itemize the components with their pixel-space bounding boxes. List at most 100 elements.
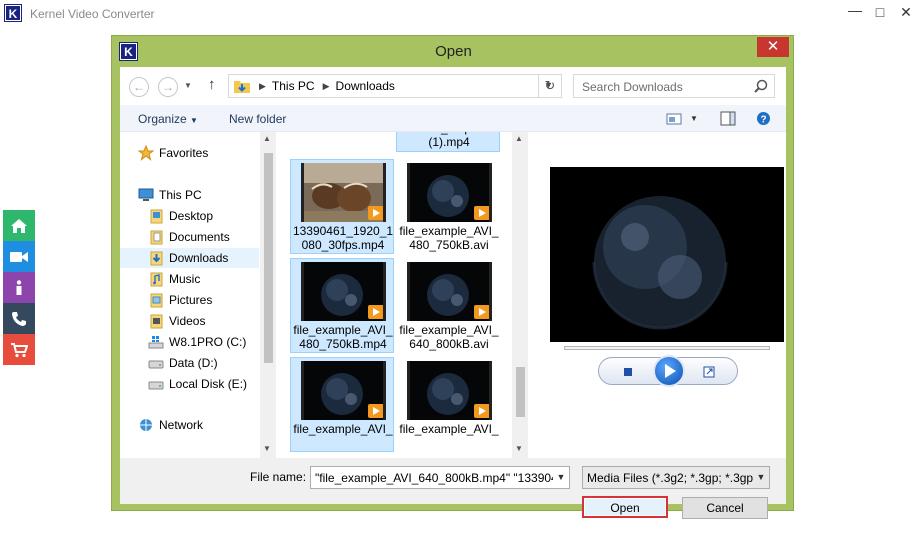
tree-pictures[interactable]: Pictures: [148, 290, 212, 310]
back-arrow-icon[interactable]: ←: [129, 77, 149, 97]
file-type-select[interactable]: Media Files (*.3g2; *.3gp; *.3gp2 ▼: [582, 466, 770, 489]
file-label-line1: file_example_AVI_: [293, 323, 393, 337]
dialog-title: Open: [435, 43, 472, 60]
star-icon: [138, 145, 154, 161]
tree-label: Documents: [169, 230, 230, 244]
file-tile[interactable]: file_example_AVI_: [396, 357, 500, 452]
file-name-label: File name:: [250, 470, 307, 484]
svg-text:?: ?: [760, 115, 766, 126]
video-play-badge-icon: [474, 305, 489, 319]
tree-label: Desktop: [169, 209, 214, 223]
drive-icon: [148, 381, 164, 390]
folder-icon: [150, 230, 163, 245]
file-tile[interactable]: file_example_AVI_ 640_800kB.avi: [396, 258, 500, 353]
seek-bar[interactable]: [564, 346, 770, 350]
refresh-button[interactable]: ↻: [538, 74, 562, 98]
play-button[interactable]: [653, 355, 685, 387]
file-type-dropdown-icon[interactable]: ▼: [753, 467, 769, 488]
app-close-button[interactable]: ✕: [896, 4, 916, 21]
file-label-line1: 13390461_1920_1: [292, 224, 394, 238]
file-tile[interactable]: file_example_AVI_: [290, 357, 394, 452]
organize-label: Organize: [138, 112, 187, 126]
player-controls: [598, 355, 738, 387]
tree-network[interactable]: Network: [138, 415, 203, 435]
tree-favorites[interactable]: Favorites: [138, 143, 208, 163]
tree-music[interactable]: Music: [148, 269, 200, 289]
file-label-line2: 080_30fps.mp4: [301, 238, 385, 252]
search-input[interactable]: Search Downloads: [573, 74, 775, 98]
file-label: file_example_AVI_: [291, 422, 395, 436]
forward-arrow-icon[interactable]: →: [158, 77, 178, 97]
tree-label: Pictures: [169, 293, 213, 307]
new-folder-button[interactable]: New folder: [229, 112, 286, 126]
scroll-up-icon[interactable]: ▲: [515, 134, 523, 143]
side-phone-button[interactable]: [3, 303, 35, 334]
dialog-body: ← → ▼ ↑ ▶ This PC ▶ Downloads ▼ ↻ Search…: [120, 67, 786, 519]
video-play-badge-icon: [368, 206, 383, 220]
search-icon: [754, 79, 768, 93]
tree-documents[interactable]: Documents: [148, 227, 230, 247]
videos-folder-icon: [150, 314, 163, 329]
tree-drive-d[interactable]: Data (D:): [148, 353, 218, 373]
open-external-icon[interactable]: [703, 366, 715, 378]
cancel-button[interactable]: Cancel: [682, 497, 768, 519]
nav-scroll-thumb[interactable]: [264, 153, 273, 363]
tree-drive-e[interactable]: Local Disk (E:): [148, 374, 247, 394]
video-preview: [550, 167, 784, 342]
tree-downloads[interactable]: Downloads: [120, 248, 259, 268]
file-scroll-thumb[interactable]: [516, 367, 525, 417]
tree-label: Downloads: [169, 251, 229, 265]
breadcrumb-downloads[interactable]: Downloads: [336, 79, 395, 93]
minimize-button[interactable]: —: [845, 2, 865, 18]
tree-label: Music: [169, 272, 201, 286]
app-title: Kernel Video Converter: [30, 7, 155, 21]
stop-icon[interactable]: [624, 368, 632, 376]
video-thumbnail: [407, 361, 492, 420]
tree-videos[interactable]: Videos: [148, 311, 205, 331]
video-thumbnail: [407, 163, 492, 222]
info-icon: [16, 279, 22, 295]
file-list: 080_30fps (1).mp4 13390461_1920_1: [285, 132, 510, 458]
video-thumbnail: [301, 262, 386, 321]
maximize-button[interactable]: □: [870, 4, 890, 20]
scroll-down-icon[interactable]: ▼: [515, 444, 523, 453]
scroll-up-icon[interactable]: ▲: [263, 134, 271, 143]
open-button[interactable]: Open: [582, 496, 668, 518]
file-label: 080_30fps (1).mp4: [397, 132, 501, 149]
dialog-close-button[interactable]: ✕: [757, 37, 789, 57]
video-camera-icon: [10, 251, 28, 262]
scroll-down-icon[interactable]: ▼: [263, 444, 271, 453]
help-icon[interactable]: ?: [756, 111, 771, 126]
recent-locations-chevron-icon[interactable]: ▼: [184, 81, 192, 90]
file-name-input[interactable]: "file_example_AVI_640_800kB.mp4" "133904…: [310, 466, 570, 489]
up-arrow-icon[interactable]: ↑: [208, 76, 216, 93]
file-label: file_example_AVI_: [397, 422, 501, 436]
tree-desktop[interactable]: Desktop: [148, 206, 213, 226]
file-label-line2: 480_750kB.mp4: [299, 337, 387, 351]
phone-icon: [12, 311, 26, 326]
dialog-footer: File name: "file_example_AVI_640_800kB.m…: [120, 458, 786, 519]
file-label-line1: file_example_AVI_: [399, 422, 499, 436]
play-icon: [665, 364, 676, 378]
file-name-dropdown-icon[interactable]: ▼: [553, 467, 569, 488]
tree-label: Videos: [169, 314, 206, 328]
file-tile[interactable]: 080_30fps (1).mp4: [396, 132, 500, 152]
change-view-icon[interactable]: [666, 112, 682, 126]
side-home-button[interactable]: [3, 210, 35, 241]
side-info-button[interactable]: [3, 272, 35, 303]
search-placeholder: Search Downloads: [582, 80, 683, 94]
organize-button[interactable]: Organize ▼: [138, 112, 198, 126]
breadcrumb-this-pc[interactable]: This PC: [272, 79, 315, 93]
tree-this-pc[interactable]: This PC: [138, 185, 202, 205]
file-label-line1: file_example_AVI_: [399, 323, 499, 337]
address-bar[interactable]: ▶ This PC ▶ Downloads ▼: [228, 74, 562, 98]
view-dropdown-icon[interactable]: ▼: [690, 114, 698, 123]
side-cart-button[interactable]: [3, 334, 35, 365]
video-thumbnail: [301, 361, 386, 420]
file-tile[interactable]: file_example_AVI_ 480_750kB.mp4: [290, 258, 394, 353]
tree-drive-c[interactable]: W8.1PRO (C:): [148, 332, 246, 352]
preview-pane-icon[interactable]: [720, 111, 736, 126]
side-video-button[interactable]: [3, 241, 35, 272]
file-tile[interactable]: file_example_AVI_ 480_750kB.avi: [396, 159, 500, 254]
file-tile[interactable]: 13390461_1920_1 080_30fps.mp4: [290, 159, 394, 254]
